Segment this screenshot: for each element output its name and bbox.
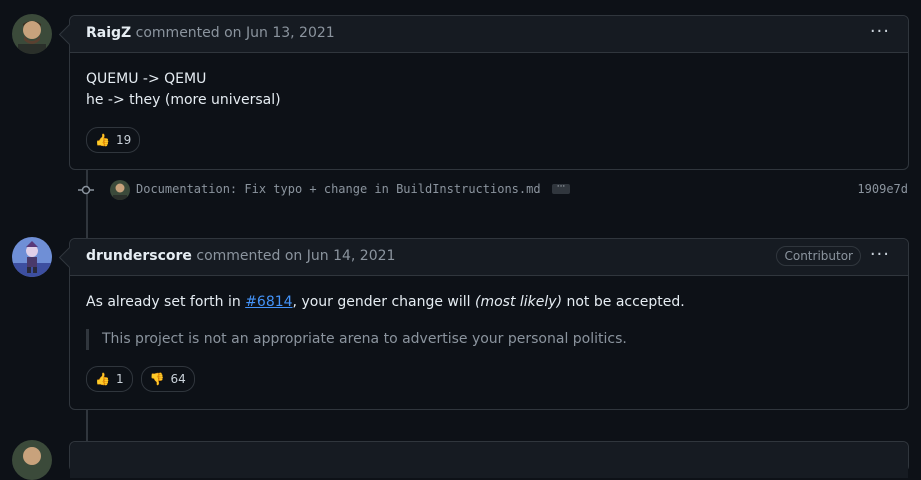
thumbs-down-icon: 👎	[149, 371, 165, 386]
commit-sha-link[interactable]: 1909e7d	[857, 182, 908, 196]
contributor-badge: Contributor	[776, 246, 861, 266]
comment-body: QUEMU -> QEMU he -> they (more universal…	[70, 53, 908, 169]
comment-line: QUEMU -> QEMU	[86, 71, 207, 87]
comment-timestamp[interactable]: commented on Jun 14, 2021	[196, 248, 395, 264]
comment-caret	[58, 23, 81, 46]
comment-caret	[58, 246, 81, 269]
comment-timestamp[interactable]: commented on Jun 13, 2021	[136, 25, 335, 41]
commit-event: Documentation: Fix typo + change in Buil…	[78, 178, 908, 202]
reaction-thumbs-up-button[interactable]: 👍 1	[86, 366, 133, 392]
comment-emphasis: (most likely)	[475, 294, 563, 310]
timeline-line	[86, 408, 88, 442]
comment-header: drunderscore commented on Jun 14, 2021 C…	[58, 239, 908, 276]
comment-header	[70, 442, 908, 478]
kebab-menu-icon[interactable]: ···	[870, 246, 890, 264]
comment-raigz: RaigZ commented on Jun 13, 2021 ··· QUEM…	[58, 15, 909, 170]
blockquote: This project is not an appropriate arena…	[86, 329, 892, 350]
comment-paragraph: As already set forth in #6814, your gend…	[86, 292, 892, 313]
comment-line: he -> they (more universal)	[86, 92, 281, 108]
commit-expand-button[interactable]: ···	[552, 183, 570, 194]
reaction-thumbs-up-button[interactable]: 👍 19	[86, 127, 141, 153]
comment-meta-line: drunderscore commented on Jun 14, 2021	[86, 248, 395, 264]
commit-author-avatar[interactable]	[110, 180, 130, 200]
comment-text: , your gender change will	[292, 294, 475, 310]
comment-drunderscore: drunderscore commented on Jun 14, 2021 C…	[58, 238, 909, 410]
comment-next	[69, 441, 909, 478]
comment-body: As already set forth in #6814, your gend…	[70, 276, 908, 408]
author-name[interactable]: drunderscore	[86, 248, 192, 264]
reaction-count: 1	[115, 371, 124, 386]
author-name[interactable]: RaigZ	[86, 25, 131, 41]
reaction-count: 64	[170, 371, 186, 386]
avatar-raigz[interactable]	[12, 14, 52, 54]
issue-link[interactable]: #6814	[245, 294, 292, 310]
reaction-count: 19	[115, 132, 132, 147]
comment-text: As already set forth in	[86, 294, 246, 310]
reaction-thumbs-down-button[interactable]: 👎 64	[140, 366, 195, 392]
avatar-next-comment[interactable]	[12, 440, 52, 480]
reactions-bar: 👍 1 👎 64	[86, 366, 892, 392]
comment-header: RaigZ commented on Jun 13, 2021 ···	[58, 16, 908, 53]
comment-text: not be accepted.	[562, 294, 685, 310]
reactions-bar: 👍 19	[86, 127, 892, 153]
thumbs-up-icon: 👍	[95, 371, 110, 386]
kebab-menu-icon[interactable]: ···	[870, 23, 890, 41]
thumbs-up-icon: 👍	[95, 132, 110, 147]
git-commit-icon	[78, 182, 94, 198]
commit-message-link[interactable]: Documentation: Fix typo + change in Buil…	[136, 182, 541, 196]
avatar-drunderscore[interactable]	[12, 237, 52, 277]
comment-meta-line: RaigZ commented on Jun 13, 2021	[86, 25, 335, 41]
